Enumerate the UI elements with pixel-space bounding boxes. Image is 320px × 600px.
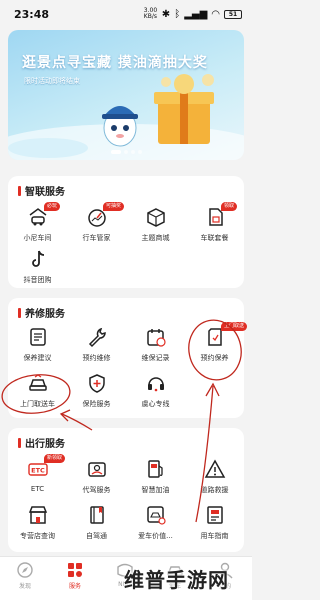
discover-icon (17, 562, 33, 578)
network-speed: 3.00 KB/s (143, 7, 158, 20)
bluetooth-icon: ᛒ (174, 8, 181, 20)
store-icon (28, 506, 47, 524)
service-etc[interactable]: 新领取 ETC ETC (8, 454, 67, 502)
service-tiktok-groupbuy[interactable]: 抖音团购 (8, 248, 67, 292)
promo-banner[interactable]: 逛景点寻宝藏 摸油滴抽大奖 限时活动即将结束 (8, 30, 244, 160)
service-hotline[interactable]: 虞心专线 (126, 372, 185, 416)
wifi-icon: ◠ (211, 8, 220, 20)
service-smart-refuel[interactable]: 智慧加油 (126, 458, 185, 502)
chauffeur-icon (87, 462, 106, 477)
tab-discover[interactable]: 发现 (0, 561, 50, 590)
tiktok-icon (31, 250, 44, 267)
warning-triangle-icon (204, 459, 225, 478)
nfc-icon: ✱ (161, 8, 171, 20)
section-title-smart: 智联服务 (18, 183, 65, 198)
banner-title: 逛景点寻宝藏 摸油滴抽大奖 (22, 55, 208, 71)
site-watermark: 维普手游网 (124, 568, 229, 592)
service-car-guide[interactable]: 用车指南 (185, 504, 244, 548)
box-icon (146, 208, 165, 227)
banner-pager (8, 150, 244, 154)
car-value-icon (146, 506, 166, 525)
service-xiaoni-garage[interactable]: 必玩 小尼车间 (8, 202, 67, 250)
service-dealer-search[interactable]: 专营店查询 (8, 504, 67, 548)
service-maintenance-advice[interactable]: 保养建议 (8, 326, 67, 370)
travel-services-card: 出行服务 新领取 ETC ETC 代驾服务 智慧加油 道路救援 专营店查询 自驾… (8, 428, 244, 552)
battery-icon: 51 (224, 9, 242, 19)
section-title-travel: 出行服务 (18, 435, 65, 450)
pickup-car-icon (28, 374, 47, 391)
badge: 上门取送 (221, 322, 248, 331)
service-book-repair[interactable]: 预约维修 (67, 326, 126, 370)
service-book-maintenance[interactable]: 上门取送 预约保养 (185, 322, 248, 370)
maintenance-list-icon (29, 328, 46, 346)
banner-illustration (8, 74, 244, 160)
status-time: 23:48 (14, 7, 50, 21)
service-insurance[interactable]: 保险服务 (67, 372, 126, 416)
service-chauffeur[interactable]: 代驾服务 (67, 458, 126, 502)
tab-service[interactable]: 服务 (50, 561, 100, 590)
badge: 领取 (221, 202, 238, 211)
wrench-icon (88, 327, 106, 348)
service-road-rescue[interactable]: 道路救援 (185, 458, 244, 502)
service-icon (68, 563, 82, 577)
badge: 必玩 (44, 202, 61, 211)
service-self-drive[interactable]: 自驾通 (67, 504, 126, 548)
signal-icon: ▂▄▆ (184, 8, 208, 20)
status-bar: 23:48 3.00 KB/s ✱ ᛒ ▂▄▆ ◠ 51 (0, 0, 252, 28)
service-theme-mall[interactable]: 主题商城 (126, 206, 185, 250)
service-driving-butler[interactable]: 可抽奖 行车管家 (67, 202, 126, 250)
service-car-value[interactable]: 爱车价值... (126, 504, 185, 548)
calendar-clock-icon (146, 329, 166, 347)
maintenance-services-card: 养修服务 保养建议 预约维修 维保记录 上门取送 预约保养 上门取送车 保险服务… (8, 298, 248, 418)
banner-subtitle: 限时活动即将结束 (24, 77, 80, 85)
service-pickup-delivery[interactable]: 上门取送车 (8, 372, 67, 416)
badge: 可抽奖 (103, 202, 125, 211)
headset-icon (147, 377, 164, 392)
smart-services-card: 智联服务 必玩 小尼车间 可抽奖 行车管家 主题商城 领取 车联套餐 抖音团购 (8, 176, 244, 288)
service-connected-plan[interactable]: 领取 车联套餐 (185, 202, 244, 250)
section-title-maintenance: 养修服务 (18, 305, 65, 320)
guide-book-icon (206, 506, 223, 524)
notebook-icon (89, 506, 104, 524)
badge: 新领取 (44, 454, 66, 463)
fuel-pump-icon (147, 460, 163, 478)
service-maintenance-records[interactable]: 维保记录 (126, 326, 185, 370)
svg-text:ETC: ETC (31, 467, 45, 475)
shield-plus-icon (88, 374, 105, 393)
